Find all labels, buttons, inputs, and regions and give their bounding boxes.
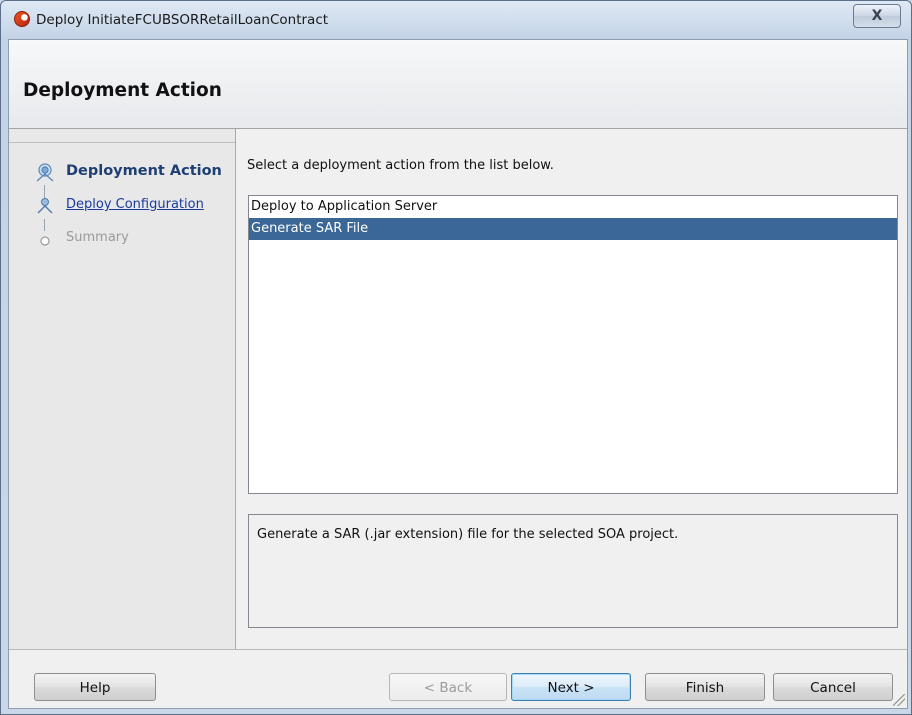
sidebar-divider (9, 142, 235, 143)
list-item[interactable]: Generate SAR File (249, 218, 897, 240)
title-bar[interactable]: Deploy InitiateFCUBSORRetailLoanContract… (1, 1, 911, 39)
footer-divider (9, 649, 907, 650)
help-button[interactable]: Help (34, 673, 156, 701)
app-logo-icon (14, 11, 30, 27)
step-label: Summary (66, 230, 129, 245)
step-summary: Summary (9, 227, 235, 251)
main-panel: Select a deployment action from the list… (236, 129, 907, 649)
step-person-icon (37, 198, 53, 214)
back-button[interactable]: < Back (389, 673, 507, 701)
step-deployment-action[interactable]: Deployment Action (9, 160, 235, 184)
page-title: Deployment Action (23, 80, 222, 101)
close-button[interactable]: X (853, 4, 901, 28)
window-title: Deploy InitiateFCUBSORRetailLoanContract (36, 12, 329, 28)
deployment-action-list[interactable]: Deploy to Application Server Generate SA… (248, 195, 898, 494)
header-band: Deployment Action (9, 40, 907, 129)
step-label: Deploy Configuration (66, 197, 204, 212)
step-label: Deployment Action (66, 163, 222, 179)
deploy-dialog: Deploy InitiateFCUBSORRetailLoanContract… (0, 0, 912, 715)
instruction-text: Select a deployment action from the list… (247, 158, 554, 173)
list-item[interactable]: Deploy to Application Server (249, 196, 897, 218)
step-deploy-configuration[interactable]: Deploy Configuration (9, 194, 235, 218)
steps-sidebar: Deployment Action Deploy Configuration S… (9, 129, 236, 649)
description-box: Generate a SAR (.jar extension) file for… (248, 514, 898, 628)
description-text: Generate a SAR (.jar extension) file for… (257, 527, 679, 542)
active-step-icon (36, 163, 54, 182)
pending-step-icon (40, 236, 50, 246)
next-button[interactable]: Next > (511, 673, 631, 701)
resize-grip[interactable] (893, 694, 905, 706)
finish-button[interactable]: Finish (645, 673, 765, 701)
dialog-content: Deployment Action Deployment Action Depl… (8, 39, 908, 709)
cancel-button[interactable]: Cancel (773, 673, 893, 701)
